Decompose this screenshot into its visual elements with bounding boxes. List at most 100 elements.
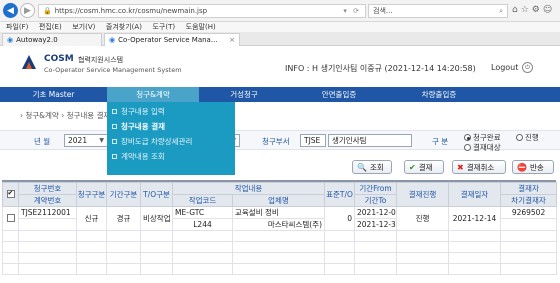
menu-help[interactable]: 도움말(H) [186, 23, 216, 31]
header-work-code: 작업코드 [172, 194, 233, 207]
cell-date-to: 2021-12-30 [354, 218, 398, 231]
search-icon[interactable]: ⌕ [499, 7, 503, 16]
radio-unchecked-icon [464, 144, 471, 151]
select-all-header[interactable] [2, 182, 19, 207]
cell-vendor-code: L244 [172, 218, 233, 231]
header-next-approver: 차기결재자 [500, 194, 558, 207]
bullet-icon [112, 123, 117, 129]
menu-view[interactable]: 보기(V) [72, 23, 95, 31]
cosm-logo-icon [22, 55, 36, 69]
return-icon: ⛔ [517, 162, 527, 172]
dropdown-item-claim-approval[interactable]: 청구내용 결재 [112, 119, 165, 133]
page-icon: ◉ [7, 36, 14, 44]
cell-progress: 진행 [396, 206, 450, 231]
nav-item-claim-contract[interactable]: 청구&계약 [107, 87, 199, 102]
header-approver: 결재자 [500, 182, 558, 195]
bullet-icon [112, 138, 117, 144]
header-approve-date: 결재일자 [448, 182, 502, 207]
menu-tools[interactable]: 도구(T) [152, 23, 175, 31]
cell-work-code: ME-GTC [172, 206, 233, 219]
header-period-type: 기간구분 [106, 182, 141, 207]
dept-name-input[interactable]: 생기인사팀 [328, 134, 412, 147]
chevron-down-icon: ▼ [99, 137, 104, 144]
header-vendor-name: 업체명 [231, 194, 326, 207]
refresh-icon[interactable]: ▾ ⟳ [343, 7, 361, 15]
table-row-empty [2, 241, 558, 253]
logo-subtitle: Co-Operator Service Management System [44, 66, 182, 74]
browser-menu-bar: 파일(F) 편집(E) 보기(V) 즐겨찾기(A) 도구(T) 도움말(H) [0, 22, 560, 32]
menu-favorites[interactable]: 즐겨찾기(A) [106, 23, 142, 31]
type-label: 구 분 [432, 137, 449, 146]
search-button[interactable]: 🔍 조회 [352, 160, 392, 174]
radio-unchecked-icon [516, 134, 523, 141]
header-work-content: 작업내용 [171, 182, 326, 195]
header-contract-no: 계약번호 [18, 194, 77, 207]
dept-code-input[interactable]: TJSE [300, 134, 326, 147]
cell-vendor-name: 마스타씨스템(주) [231, 218, 326, 231]
year-month-label: 년 월 [34, 137, 51, 146]
cell-std-to: 0 [324, 206, 356, 231]
tab-cosm[interactable]: ◉ Co-Operator Service Mana... × [104, 33, 240, 46]
lock-icon: 🔒 [43, 7, 52, 15]
nav-item-master[interactable]: 기초 Master [0, 87, 107, 102]
approve-button[interactable]: ✔ 결재 [404, 160, 444, 174]
nav-item-expense[interactable]: 거성청구 [199, 87, 289, 102]
header-std-to: 표준T/O [324, 182, 356, 207]
checkbox-checked-icon[interactable] [6, 189, 15, 198]
radio-approval-target[interactable]: 결재대상 [464, 142, 501, 153]
checkbox-icon[interactable] [6, 213, 15, 222]
cell-claim-type: 신규 [76, 206, 107, 231]
row-checkbox-cell[interactable] [2, 206, 19, 231]
cell-to-type: 비상작업 [140, 206, 173, 231]
table-row-empty [2, 252, 558, 264]
bullet-icon [112, 108, 117, 114]
header-to-type: T/O구분 [140, 182, 173, 207]
cell-claim-no: TJSE2112001 [18, 206, 77, 219]
logout-link[interactable]: Logout [491, 63, 518, 72]
header-date-from: 기간From [354, 182, 398, 195]
browser-search-input[interactable]: 검색... ⌕ [368, 4, 508, 18]
cell-approver: 9269502 [500, 206, 558, 219]
year-select[interactable]: 2021 ▼ [64, 134, 108, 147]
cell-work-desc: 교육설비 정비 [231, 206, 326, 219]
search-icon: 🔍 [357, 162, 367, 172]
menu-edit[interactable]: 편집(E) [39, 23, 62, 31]
table-row-empty [2, 263, 558, 275]
header-claim-no: 청구번호 [18, 182, 77, 195]
dept-label: 청구부서 [262, 137, 290, 146]
header-date-to: 기간To [354, 194, 398, 207]
dropdown-item-contract-view[interactable]: 계약내용 조회 [112, 149, 165, 163]
dropdown-item-claim-input[interactable]: 청구내용 입력 [112, 104, 165, 118]
cancel-approval-button[interactable]: ✖ 결재취소 [452, 160, 506, 174]
cancel-icon: ✖ [457, 162, 464, 172]
claim-table: 청구번호 청구구분 기간구분 T/O구분 작업내용 표준T/O 기간From 결… [2, 180, 558, 283]
cell-contract-no [18, 218, 77, 231]
radio-in-progress[interactable]: 진행 [516, 132, 539, 143]
forward-arrow-icon[interactable]: ▶ [20, 3, 35, 18]
page-icon: ◉ [109, 36, 116, 44]
header-claim-type: 청구구분 [76, 182, 107, 207]
close-icon[interactable]: × [226, 36, 235, 44]
nav-item-face-pass[interactable]: 안면출입증 [289, 87, 389, 102]
return-button[interactable]: ⛔ 반송 [512, 160, 554, 174]
cell-approve-date: 2021-12-14 [448, 206, 502, 231]
url-field[interactable]: 🔒 https://cosm.hmc.co.kr/cosmu/newmain.j… [38, 4, 366, 18]
menu-file[interactable]: 파일(F) [6, 23, 28, 31]
power-icon[interactable]: ⏻ [522, 62, 533, 73]
user-info: INFO : H 생기인사팀 이중규 (2021-12-14 14:20:58) [285, 64, 476, 73]
cell-period-type: 경규 [106, 206, 141, 231]
tab-autoway[interactable]: ◉ Autoway2.0 [2, 33, 102, 46]
back-arrow-icon[interactable]: ◀ [3, 3, 18, 18]
url-text: https://cosm.hmc.co.kr/cosmu/newmain.jsp [54, 7, 208, 15]
table-row-empty [2, 230, 558, 242]
cell-next-approver [500, 218, 558, 231]
table-row[interactable]: TJSE2112001 신규 경규 비상작업 ME-GTC 교육설비 정비 0 … [2, 206, 558, 231]
dropdown-item-vehicle-detail[interactable]: 장비도급 차량상세관리 [112, 134, 192, 148]
browser-toolbar-icons[interactable]: ⌂☆⚙☺ [512, 5, 555, 15]
approve-icon: ✔ [409, 162, 416, 172]
cell-date-from: 2021-12-01 [354, 206, 398, 219]
nav-item-vehicle-pass[interactable]: 차량출입증 [389, 87, 489, 102]
radio-checked-icon [464, 134, 471, 141]
logo-title: COSM [44, 54, 74, 64]
breadcrumb: › 청구&계약 › 청구내용 결재 [20, 111, 111, 120]
